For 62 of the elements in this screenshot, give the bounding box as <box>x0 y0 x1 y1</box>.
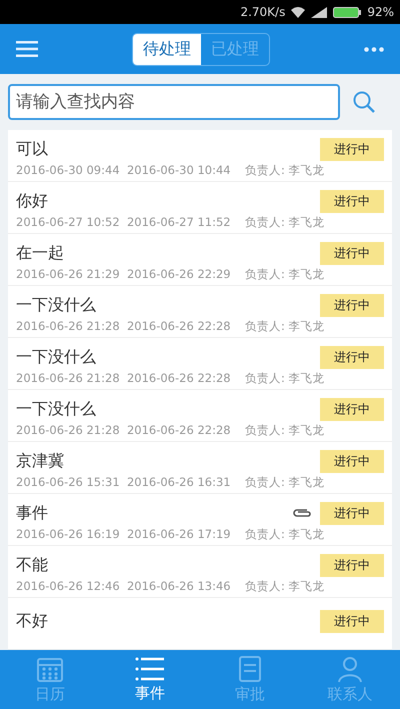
event-time: 2016-06-26 16:19 2016-06-26 17:19 <box>16 527 232 543</box>
wifi-icon <box>291 6 306 18</box>
event-owner: 负责人: 李飞龙 <box>245 163 325 179</box>
event-title: 一下没什么 <box>16 398 97 420</box>
battery-icon <box>333 6 362 18</box>
event-owner: 负责人: 李飞龙 <box>245 319 325 335</box>
event-row[interactable]: 在一起 进行中 2016-06-26 21:29 2016-06-26 22:29 负责人: 李飞龙 <box>8 234 392 286</box>
event-time: 2016-06-27 10:52 2016-06-27 11:52 <box>16 215 232 231</box>
event-time: 2016-06-26 12:46 2016-06-26 13:46 <box>16 579 232 595</box>
more-icon[interactable] <box>364 46 384 52</box>
event-title: 一下没什么 <box>16 346 97 368</box>
event-row[interactable]: 你好 进行中 2016-06-27 10:52 2016-06-27 11:52 负责人: 李飞龙 <box>8 182 392 234</box>
event-title: 事件 <box>16 502 49 524</box>
event-title: 不能 <box>16 554 49 576</box>
event-owner: 负责人: 李飞龙 <box>245 215 325 231</box>
status-badge: 进行中 <box>320 138 384 160</box>
status-badge: 进行中 <box>320 610 384 632</box>
event-row[interactable]: 京津冀 进行中 2016-06-26 15:31 2016-06-26 16:31 负责人: 李飞龙 <box>8 442 392 494</box>
search-field[interactable]: 请输入查找内容 <box>8 84 340 120</box>
tab[interactable]: 待处理 <box>133 34 201 64</box>
event-time: 2016-06-26 15:31 2016-06-26 16:31 <box>16 475 232 491</box>
status-badge: 进行中 <box>320 294 384 316</box>
event-time: 2016-06-30 09:44 2016-06-30 10:44 <box>16 163 232 179</box>
event-owner: 负责人: 李飞龙 <box>245 267 325 283</box>
status-badge: 进行中 <box>320 242 384 264</box>
status-badge: 进行中 <box>320 346 384 368</box>
list-icon <box>135 656 165 682</box>
event-title: 不好 <box>16 610 49 632</box>
event-time: 2016-06-26 21:28 2016-06-26 22:28 <box>16 371 232 387</box>
event-row[interactable]: 一下没什么 进行中 2016-06-26 21:28 2016-06-26 22:28 负责人: 李飞龙 <box>8 286 392 338</box>
person-icon <box>336 655 364 683</box>
event-title: 一下没什么 <box>16 294 97 316</box>
event-row[interactable]: 一下没什么 进行中 2016-06-26 21:28 2016-06-26 22:28 负责人: 李飞龙 <box>8 338 392 390</box>
status-badge: 进行中 <box>320 450 384 472</box>
event-row[interactable]: 不能 进行中 2016-06-26 12:46 2016-06-26 13:46 负责人: 李飞龙 <box>8 546 392 598</box>
signal-icon <box>311 6 328 18</box>
event-time: 2016-06-26 21:28 2016-06-26 22:28 <box>16 319 232 335</box>
event-time: 2016-06-26 21:28 2016-06-26 22:28 <box>16 423 232 439</box>
event-owner: 负责人: 李飞龙 <box>245 527 325 543</box>
status-badge: 进行中 <box>320 190 384 212</box>
network-speed: 2.70K/s <box>240 5 286 19</box>
event-time: 2016-06-26 21:29 2016-06-26 22:29 <box>16 267 232 283</box>
calendar-icon <box>36 655 64 683</box>
status-badge: 进行中 <box>320 502 384 524</box>
event-owner: 负责人: 李飞龙 <box>245 475 325 491</box>
nav-tab[interactable]: 事件 <box>100 650 200 709</box>
status-badge: 进行中 <box>320 554 384 576</box>
event-title: 在一起 <box>16 242 65 264</box>
event-owner: 负责人: 李飞龙 <box>245 423 325 439</box>
event-row[interactable]: 一下没什么 进行中 2016-06-26 21:28 2016-06-26 22:28 负责人: 李飞龙 <box>8 390 392 442</box>
event-row[interactable]: 事件 进行中 2016-06-26 16:19 2016-06-26 17:19 负责人: 李飞龙 <box>8 494 392 546</box>
event-owner: 负责人: 李飞龙 <box>245 371 325 387</box>
search-icon[interactable] <box>352 90 376 114</box>
battery-percent: 92% <box>367 5 394 19</box>
event-owner: 负责人: 李飞龙 <box>245 579 325 595</box>
event-title: 京津冀 <box>16 450 65 472</box>
status-badge: 进行中 <box>320 398 384 420</box>
event-row[interactable]: 可以 进行中 2016-06-30 09:44 2016-06-30 10:44 负责人: 李飞龙 <box>8 130 392 182</box>
document-icon <box>238 655 262 683</box>
event-title: 可以 <box>16 138 49 160</box>
menu-icon[interactable] <box>16 41 38 57</box>
event-title: 你好 <box>16 190 49 212</box>
